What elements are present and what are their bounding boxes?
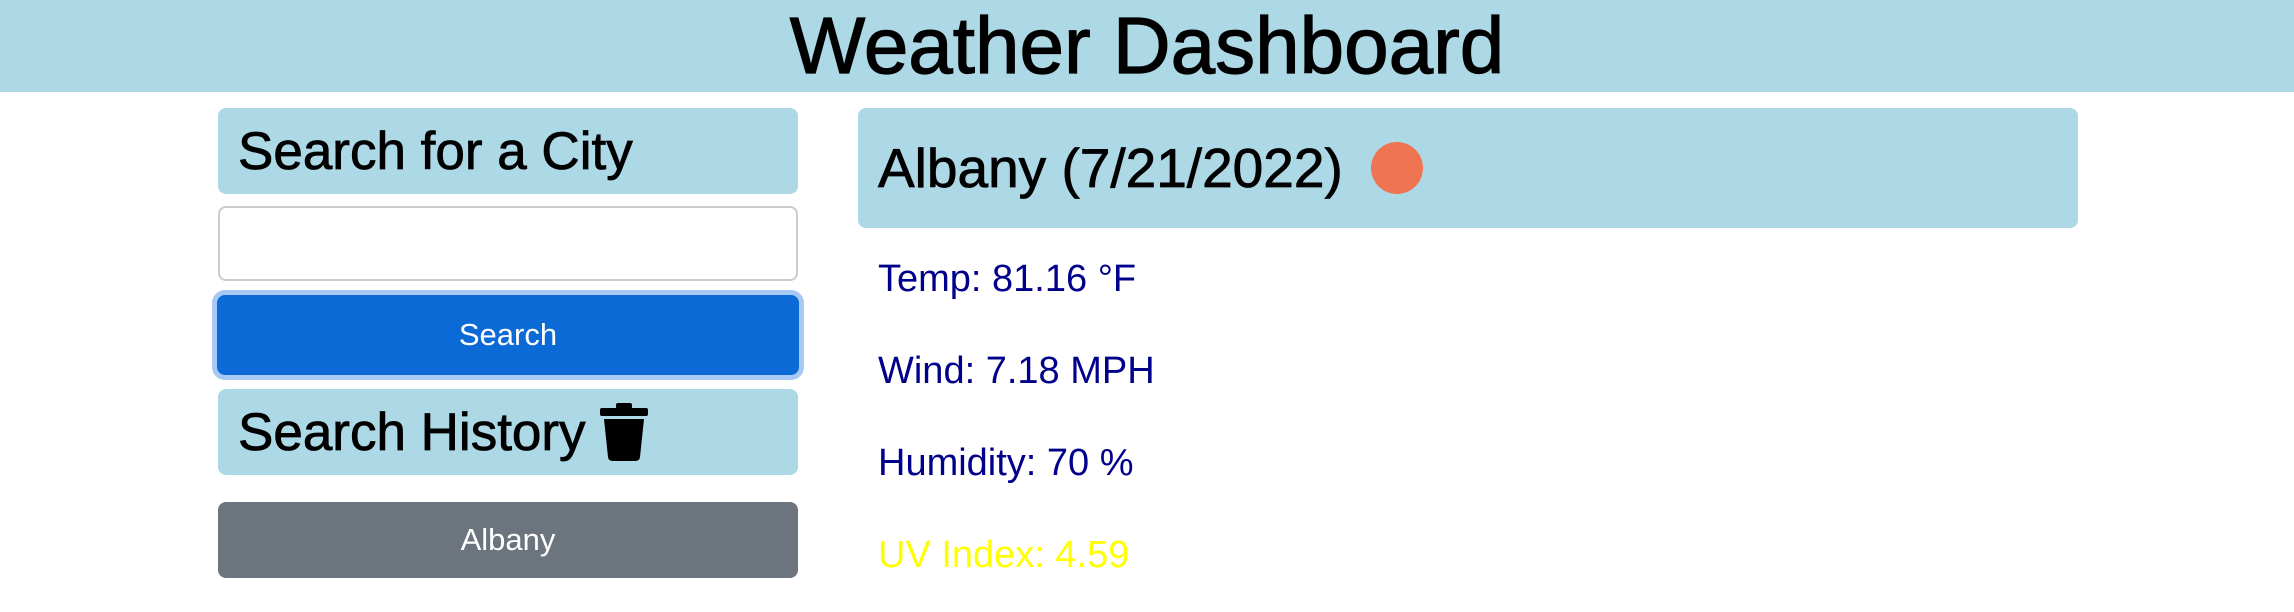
- trash-icon[interactable]: [599, 403, 648, 461]
- humidity-stat: Humidity: 70 %: [878, 442, 1134, 484]
- search-button[interactable]: Search: [217, 295, 799, 375]
- city-search-input[interactable]: [218, 206, 798, 281]
- search-title-card: Search for a City: [218, 108, 798, 194]
- search-history-title: Search History: [238, 402, 586, 462]
- search-history-card: Search History: [218, 389, 798, 475]
- page-header: Weather Dashboard: [0, 0, 2294, 92]
- temperature-stat: Temp: 81.16 °F: [878, 258, 1137, 300]
- sun-icon: [1370, 142, 1423, 194]
- wind-stat: Wind: 7.18 MPH: [878, 350, 1155, 392]
- uv-index-stat: UV Index: 4.59: [878, 534, 1130, 576]
- current-weather-card: Albany (7/21/2022): [858, 108, 2078, 228]
- history-item-albany[interactable]: Albany: [218, 502, 798, 578]
- trash-icon-graphic: [599, 403, 648, 461]
- page-title: Weather Dashboard: [789, 1, 1505, 90]
- current-weather-title: Albany (7/21/2022): [878, 136, 1344, 199]
- search-title: Search for a City: [238, 121, 634, 181]
